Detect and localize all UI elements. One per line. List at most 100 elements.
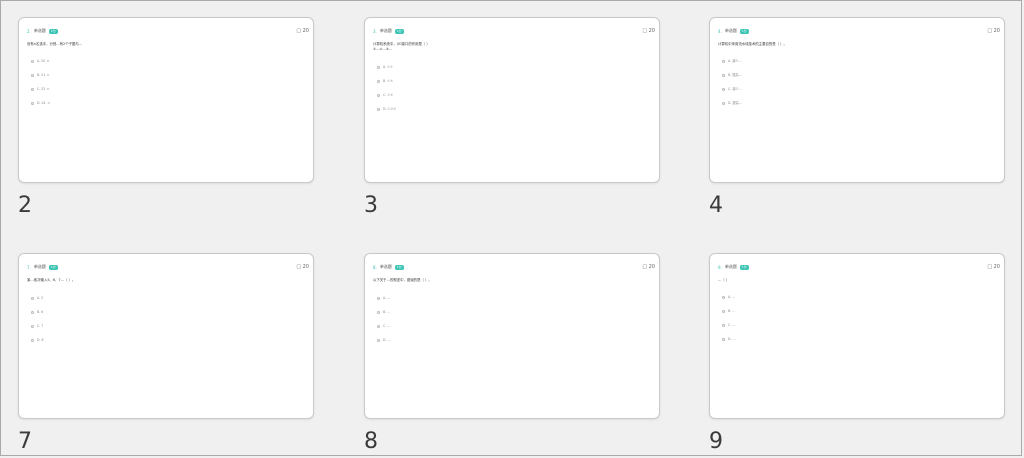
question-type: 单选题 — [33, 264, 46, 269]
question-text: 设有n名选手，分别…有2个子图与… — [27, 42, 83, 46]
corner-icon: □ 20 — [296, 28, 309, 34]
slide-card[interactable]: 2. 单选题 1分 □ 20 设有n名选手，分别…有2个子图与… A. 20 n… — [18, 17, 314, 183]
slide-card[interactable]: 7. 单选题 1分 □ 20 某…依次输入5、6、7…（ ）。 A. 5 B. … — [18, 253, 314, 419]
question-number: 3. — [373, 28, 377, 34]
option[interactable]: B. 21 n — [31, 73, 50, 87]
question-number: 7. — [27, 264, 31, 270]
radio-icon — [377, 80, 380, 83]
slide-card[interactable]: 3. 单选题 1分 □ 20 计算机系统中，I/O接口的作用是（ ） ①…②…③… — [364, 17, 660, 183]
question-header: 3. 单选题 1分 — [373, 27, 404, 35]
slide-card[interactable]: 9. 单选题 1分 □ 20 …（ ） A. … B. … C. … D. … — [709, 253, 1005, 419]
question-header: 7. 单选题 1分 — [27, 263, 58, 271]
option[interactable]: B. 6 — [31, 310, 44, 324]
option[interactable]: D. … — [377, 338, 391, 352]
options-list: A. … B. … C. … D. … — [722, 295, 736, 351]
score-badge: 1分 — [394, 28, 404, 34]
radio-icon — [722, 310, 725, 313]
question-text: 某…依次输入5、6、7…（ ）。 — [27, 278, 76, 282]
slide-number: 4 — [709, 193, 723, 218]
score-badge: 1分 — [394, 264, 404, 270]
question-header: 9. 单选题 1分 — [718, 263, 749, 271]
option[interactable]: C. … — [377, 324, 391, 338]
option[interactable]: A. 20 n — [31, 59, 50, 73]
radio-icon — [31, 60, 34, 63]
corner-icon: □ 20 — [987, 28, 1000, 34]
question-type: 单选题 — [33, 28, 46, 33]
options-list: A. 5 B. 6 C. 7 D. 8 — [31, 296, 44, 352]
question-text: 以下关于…的叙述中，错误的是（ ）。 — [373, 278, 432, 282]
radio-icon — [722, 338, 725, 341]
radio-icon — [722, 102, 725, 105]
options-list: A. … B. … C. … D. … — [377, 296, 391, 352]
score-badge: 1分 — [48, 264, 58, 270]
radio-icon — [377, 66, 380, 69]
option[interactable]: B. ①③ — [377, 79, 396, 93]
option[interactable]: B. … — [377, 310, 391, 324]
question-number: 9. — [718, 264, 722, 270]
radio-icon — [377, 108, 380, 111]
radio-icon — [722, 324, 725, 327]
radio-icon — [722, 60, 725, 63]
question-text: 计算机系统中，I/O接口的作用是（ ） ①…②…③… — [373, 42, 430, 51]
corner-icon: □ 20 — [987, 264, 1000, 270]
question-type: 单选题 — [379, 28, 392, 33]
question-header: 4. 单选题 1分 — [718, 27, 749, 35]
question-text: 计算机中采用流水线技术的主要目的是（ ）。 — [718, 42, 787, 46]
option[interactable]: A. 减少… — [722, 59, 742, 73]
radio-icon — [31, 325, 34, 328]
options-list: A. ①② B. ①③ C. ②③ D. ①②③ — [377, 65, 396, 121]
radio-icon — [31, 102, 34, 105]
option[interactable]: C. … — [722, 323, 736, 337]
radio-icon — [377, 325, 380, 328]
question-number: 2. — [27, 28, 31, 34]
question-text: …（ ） — [718, 278, 730, 282]
radio-icon — [722, 296, 725, 299]
radio-icon — [377, 94, 380, 97]
score-badge: 1分 — [739, 264, 749, 270]
question-header: 8. 单选题 1分 — [373, 263, 404, 271]
option[interactable]: D. … — [722, 337, 736, 351]
option[interactable]: C. 7 — [31, 324, 44, 338]
corner-icon: □ 20 — [642, 28, 655, 34]
option[interactable]: A. 5 — [31, 296, 44, 310]
radio-icon — [31, 297, 34, 300]
option[interactable]: C. ②③ — [377, 93, 396, 107]
slide-number: 8 — [364, 429, 378, 454]
option[interactable]: D. 提高… — [722, 101, 742, 115]
options-list: A. 减少… B. 提高… C. 减少… D. 提高… — [722, 59, 742, 115]
radio-icon — [31, 88, 34, 91]
corner-icon: □ 20 — [642, 264, 655, 270]
radio-icon — [31, 74, 34, 77]
radio-icon — [722, 88, 725, 91]
question-number: 4. — [718, 28, 722, 34]
options-list: A. 20 n B. 21 n C. 22 n D. 24 n — [31, 59, 50, 115]
slide-number: 9 — [709, 429, 723, 454]
score-badge: 1分 — [48, 28, 58, 34]
slide-number: 2 — [18, 193, 32, 218]
question-type: 单选题 — [379, 264, 392, 269]
slide-card[interactable]: 8. 单选题 1分 □ 20 以下关于…的叙述中，错误的是（ ）。 A. … B… — [364, 253, 660, 419]
option[interactable]: C. 22 n — [31, 87, 50, 101]
option[interactable]: C. 减少… — [722, 87, 742, 101]
radio-icon — [377, 311, 380, 314]
question-header: 2. 单选题 1分 — [27, 27, 58, 35]
radio-icon — [31, 311, 34, 314]
option[interactable]: D. ①②③ — [377, 107, 396, 121]
option[interactable]: A. … — [377, 296, 391, 310]
corner-icon: □ 20 — [296, 264, 309, 270]
radio-icon — [31, 339, 34, 342]
question-type: 单选题 — [724, 264, 737, 269]
option[interactable]: D. 24 n — [31, 101, 50, 115]
option[interactable]: A. … — [722, 295, 736, 309]
slide-number: 3 — [364, 193, 378, 218]
radio-icon — [377, 297, 380, 300]
option[interactable]: B. … — [722, 309, 736, 323]
radio-icon — [722, 74, 725, 77]
option[interactable]: A. ①② — [377, 65, 396, 79]
option[interactable]: D. 8 — [31, 338, 44, 352]
question-type: 单选题 — [724, 28, 737, 33]
radio-icon — [377, 339, 380, 342]
slide-card[interactable]: 4. 单选题 1分 □ 20 计算机中采用流水线技术的主要目的是（ ）。 A. … — [709, 17, 1005, 183]
slide-number: 7 — [18, 429, 32, 454]
option[interactable]: B. 提高… — [722, 73, 742, 87]
